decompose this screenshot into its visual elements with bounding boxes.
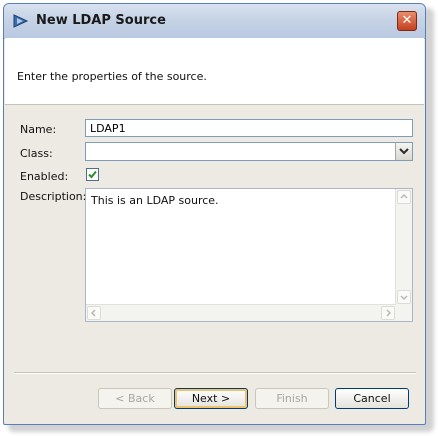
cancel-button[interactable]: Cancel xyxy=(335,388,409,409)
scrollbar-corner xyxy=(396,305,412,321)
close-icon: ✕ xyxy=(401,13,413,28)
scroll-up-button[interactable] xyxy=(397,190,411,204)
description-label: Description: xyxy=(20,190,87,203)
footer-separator xyxy=(14,372,416,374)
description-value: This is an LDAP source. xyxy=(91,194,219,207)
class-label: Class: xyxy=(20,147,53,160)
name-value: LDAP1 xyxy=(90,122,126,135)
back-button[interactable]: < Back xyxy=(98,388,172,409)
scroll-left-button[interactable] xyxy=(87,306,101,320)
window-title: New LDAP Source xyxy=(36,13,166,28)
enabled-checkbox[interactable] xyxy=(86,168,99,181)
name-field[interactable]: LDAP1 xyxy=(85,119,413,137)
checkmark-icon xyxy=(88,170,97,179)
title-bar[interactable]: New LDAP Source ✕ xyxy=(4,4,425,39)
scroll-left-icon xyxy=(90,309,96,317)
name-label: Name: xyxy=(20,123,57,136)
chevron-down-icon xyxy=(399,148,409,155)
ldap-app-icon xyxy=(12,13,30,29)
dialog-window: New LDAP Source ✕ Enter the properties o… xyxy=(3,3,426,425)
header-banner: Enter the properties of the source. xyxy=(5,38,424,105)
close-button[interactable]: ✕ xyxy=(397,11,417,31)
next-button[interactable]: Next > xyxy=(174,388,248,409)
class-combobox[interactable] xyxy=(85,142,413,161)
scroll-right-button[interactable] xyxy=(381,306,395,320)
class-dropdown-button[interactable] xyxy=(395,143,412,160)
description-textarea[interactable]: This is an LDAP source. xyxy=(85,188,413,322)
finish-button[interactable]: Finish xyxy=(255,388,329,409)
scroll-down-button[interactable] xyxy=(397,290,411,304)
scroll-down-icon xyxy=(400,295,408,301)
banner-description: Enter the properties of the source. xyxy=(17,70,207,83)
horizontal-scrollbar[interactable] xyxy=(86,304,396,321)
enabled-label: Enabled: xyxy=(20,170,69,183)
scroll-right-icon xyxy=(386,309,392,317)
scroll-up-icon xyxy=(400,193,408,199)
vertical-scrollbar[interactable] xyxy=(395,189,412,305)
